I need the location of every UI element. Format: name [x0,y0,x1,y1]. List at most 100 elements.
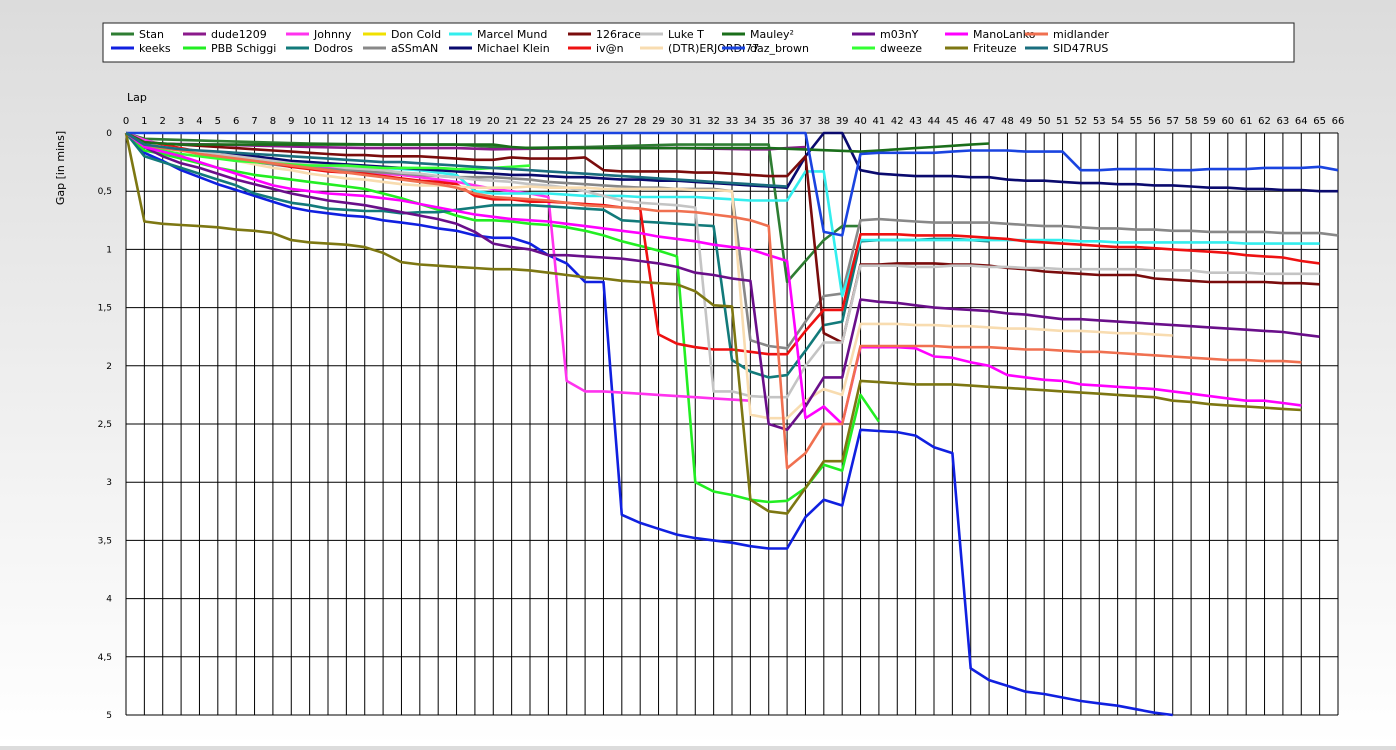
x-tick-label: 45 [946,116,959,127]
legend-label: Friteuze [973,42,1017,55]
x-tick-label: 53 [1093,116,1106,127]
x-tick-label: 52 [1075,116,1088,127]
x-tick-label: 58 [1185,116,1198,127]
x-tick-label: 35 [762,116,775,127]
x-tick-label: 27 [615,116,628,127]
x-tick-label: 31 [689,116,702,127]
y-tick-label: 5 [106,711,112,721]
y-tick-label: 4,5 [98,653,112,663]
x-tick-label: 34 [744,116,757,127]
legend-label: dweeze [880,42,922,55]
x-tick-label: 5 [215,116,221,127]
x-tick-label: 44 [928,116,941,127]
y-tick-label: 0,5 [98,187,112,197]
x-tick-label: 21 [505,116,518,127]
legend-label: keeks [139,42,171,55]
legend-label: Johnny [313,28,352,41]
x-axis-label: Lap [127,91,147,104]
x-tick-label: 64 [1295,116,1308,127]
x-tick-label: 36 [781,116,794,127]
x-tick-label: 48 [1001,116,1014,127]
x-tick-label: 47 [983,116,996,127]
x-tick-label: 29 [652,116,665,127]
x-tick-label: 42 [891,116,904,127]
x-tick-label: 14 [377,116,390,127]
x-tick-label: 15 [395,116,408,127]
x-tick-label: 16 [413,116,426,127]
legend-label: daz_brown [750,42,809,55]
x-tick-label: 40 [854,116,867,127]
x-tick-label: 30 [671,116,684,127]
x-tick-label: 56 [1148,116,1161,127]
x-tick-label: 2 [160,116,166,127]
x-tick-label: 1 [141,116,147,127]
x-tick-label: 39 [836,116,849,127]
x-tick-label: 6 [233,116,239,127]
x-tick-label: 55 [1130,116,1143,127]
x-tick-label: 32 [707,116,720,127]
x-tick-label: 46 [964,116,977,127]
x-tick-label: 17 [432,116,445,127]
legend-label: Don Cold [391,28,441,41]
x-tick-label: 66 [1332,116,1345,127]
x-tick-label: 13 [358,116,371,127]
x-tick-label: 18 [450,116,463,127]
y-tick-label: 4 [106,595,112,605]
legend-label: (DTR)ERJORDI77 [668,42,759,55]
x-tick-label: 10 [303,116,316,127]
x-tick-label: 65 [1313,116,1326,127]
x-tick-label: 28 [634,116,647,127]
x-tick-label: 63 [1277,116,1290,127]
legend-label: PBB Schiggi [211,42,276,55]
legend-label: Marcel Mund [477,28,547,41]
x-tick-label: 62 [1258,116,1271,127]
legend-label: aSSmAN [391,42,438,55]
y-tick-label: 3 [106,478,112,488]
y-tick-label: 3,5 [98,536,112,546]
legend-label: 126race [596,28,641,41]
x-tick-label: 7 [251,116,257,127]
gap-chart-svg: Stankeeks dude1209PBB Schiggi JohnnyDodros… [54,22,1345,721]
x-tick-label: 25 [579,116,592,127]
legend-label: Stan [139,28,164,41]
y-tick-label: 2,5 [98,420,112,430]
x-tick-label: 9 [288,116,294,127]
x-tick-label: 57 [1166,116,1179,127]
legend-label: dude1209 [211,28,267,41]
legend-label: SID47RUS [1053,42,1108,55]
x-tick-label: 41 [873,116,886,127]
legend-label: iv@n [596,42,624,55]
x-tick-label: 8 [270,116,276,127]
y-tick-label: 1 [106,245,112,255]
x-tick-label: 50 [1038,116,1051,127]
x-tick-label: 0 [123,116,129,127]
x-tick-label: 3 [178,116,184,127]
legend-label: Michael Klein [477,42,550,55]
y-tick-label: 1,5 [98,304,112,314]
x-tick-label: 22 [524,116,537,127]
x-tick-label: 11 [322,116,335,127]
y-tick-label: 0 [106,129,112,139]
x-tick-label: 60 [1221,116,1234,127]
x-tick-label: 59 [1203,116,1216,127]
x-tick-label: 61 [1240,116,1253,127]
x-tick-label: 49 [1019,116,1032,127]
x-tick-label: 4 [196,116,202,127]
x-tick-label: 37 [799,116,812,127]
x-tick-label: 19 [469,116,482,127]
legend-label: midlander [1053,28,1109,41]
chart: Stan keeks dude1209 PBB Schiggi Johnny Dodros… [0,0,1396,746]
x-tick-label: 23 [542,116,555,127]
x-tick-label: 26 [597,116,610,127]
x-tick-label: 12 [340,116,353,127]
y-tick-label: 2 [106,362,112,372]
x-tick-label: 20 [487,116,500,127]
x-tick-label: 51 [1056,116,1069,127]
legend-label: Luke T [668,28,704,41]
legend-label: Dodros [314,42,353,55]
legend-label: Mauley² [750,28,794,41]
x-tick-label: 24 [560,116,573,127]
x-tick-label: 38 [817,116,830,127]
legend-label: m03nY [880,28,919,41]
y-axis-label: Gap [in mins] [54,131,67,205]
